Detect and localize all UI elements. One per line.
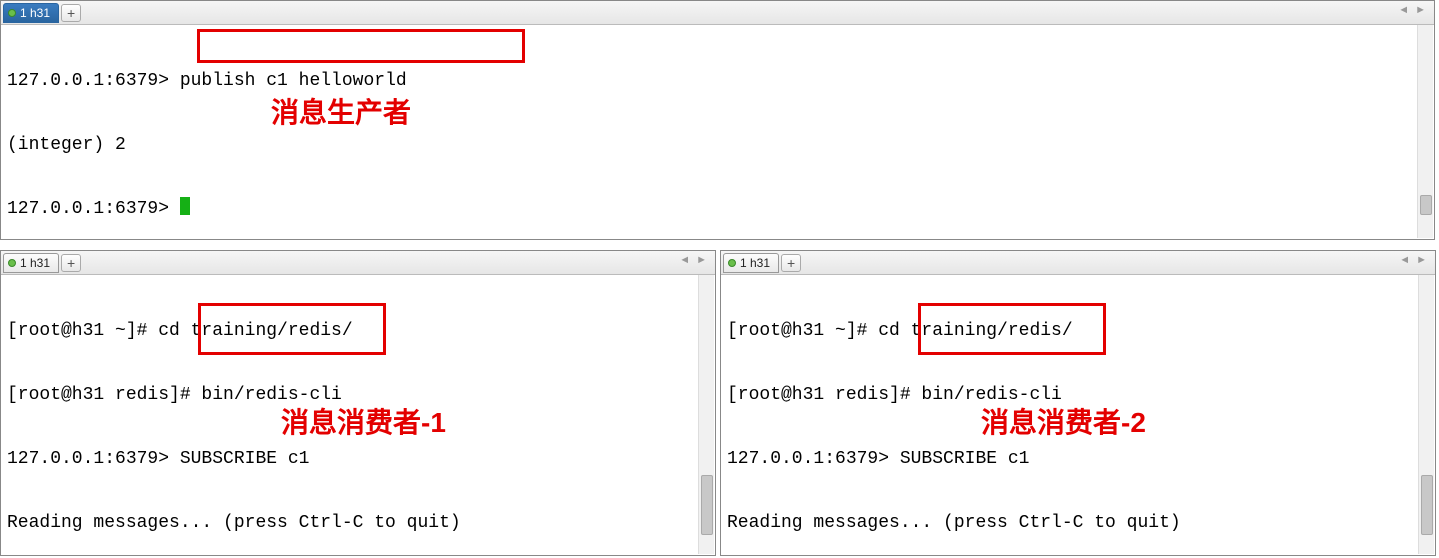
terminal-line: (integer) 2 [7,133,1428,157]
terminal-line: 127.0.0.1:6379> SUBSCRIBE c1 [727,447,1429,471]
add-tab-button[interactable]: + [781,254,801,272]
plus-icon: + [67,256,75,270]
terminal-line: [root@h31 redis]# bin/redis-cli [7,383,709,407]
terminal-pane-bottom-right: 1 h31 + ◄ ► [root@h31 ~]# cd training/re… [720,250,1436,556]
tab-top-1[interactable]: 1 h31 [3,3,59,23]
tab-label: 1 h31 [20,256,50,270]
tab-prev-button[interactable]: ◄ [677,254,692,266]
tab-nav-arrows: ◄ ► [1396,4,1428,16]
prompt: 127.0.0.1:6379> [7,71,169,91]
cursor-icon [180,197,190,215]
scrollbar[interactable] [1417,25,1433,238]
command-text: SUBSCRIBE c1 [169,449,309,469]
prompt: 127.0.0.1:6379> [7,199,180,219]
terminal-pane-top: 1 h31 + ◄ ► 127.0.0.1:6379> publish c1 h… [0,0,1435,240]
status-dot-icon [8,9,16,17]
terminal-line: Reading messages... (press Ctrl-C to qui… [727,511,1429,535]
tab-bar: 1 h31 + ◄ ► [721,251,1435,275]
terminal-line: 127.0.0.1:6379> [7,197,1428,221]
scrollbar[interactable] [698,275,714,554]
terminal-body[interactable]: [root@h31 ~]# cd training/redis/ [root@h… [721,275,1435,555]
terminal-body[interactable]: 127.0.0.1:6379> publish c1 helloworld (i… [1,25,1434,239]
scrollbar-thumb[interactable] [701,475,713,535]
plus-icon: + [787,256,795,270]
plus-icon: + [67,6,75,20]
terminal-line: [root@h31 ~]# cd training/redis/ [7,319,709,343]
status-dot-icon [8,259,16,267]
tab-bl-1[interactable]: 1 h31 [3,253,59,273]
scrollbar-thumb[interactable] [1421,475,1433,535]
prompt: 127.0.0.1:6379> [727,449,889,469]
terminal-line: [root@h31 ~]# cd training/redis/ [727,319,1429,343]
scrollbar[interactable] [1418,275,1434,554]
status-dot-icon [728,259,736,267]
tab-next-button[interactable]: ► [1413,4,1428,16]
terminal-line: Reading messages... (press Ctrl-C to qui… [7,511,709,535]
add-tab-button[interactable]: + [61,254,81,272]
tab-nav-arrows: ◄ ► [677,254,709,266]
tab-bar: 1 h31 + ◄ ► [1,251,715,275]
terminal-line: 127.0.0.1:6379> SUBSCRIBE c1 [7,447,709,471]
terminal-line: [root@h31 redis]# bin/redis-cli [727,383,1429,407]
tab-prev-button[interactable]: ◄ [1396,4,1411,16]
tab-br-1[interactable]: 1 h31 [723,253,779,273]
terminal-pane-bottom-left: 1 h31 + ◄ ► [root@h31 ~]# cd training/re… [0,250,716,556]
tab-next-button[interactable]: ► [694,254,709,266]
prompt: 127.0.0.1:6379> [7,449,169,469]
command-text: SUBSCRIBE c1 [889,449,1029,469]
command-text: publish c1 helloworld [169,71,407,91]
tab-label: 1 h31 [740,256,770,270]
terminal-body[interactable]: [root@h31 ~]# cd training/redis/ [root@h… [1,275,715,555]
tab-bar: 1 h31 + ◄ ► [1,1,1434,25]
tab-next-button[interactable]: ► [1414,254,1429,266]
add-tab-button[interactable]: + [61,4,81,22]
tab-prev-button[interactable]: ◄ [1397,254,1412,266]
terminal-line: 127.0.0.1:6379> publish c1 helloworld [7,69,1428,93]
scrollbar-thumb[interactable] [1420,195,1432,215]
tab-label: 1 h31 [20,6,50,20]
tab-nav-arrows: ◄ ► [1397,254,1429,266]
